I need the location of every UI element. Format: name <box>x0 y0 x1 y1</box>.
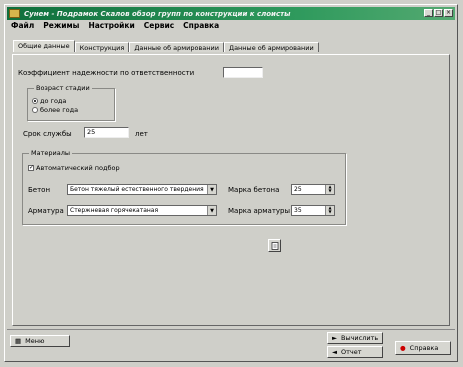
spin-arrows-icon[interactable]: ▲ ▼ <box>325 185 334 194</box>
app-icon <box>9 9 20 18</box>
menu-settings[interactable]: Настройки <box>88 21 134 32</box>
general-tab-panel: Коэффициент надежности по ответственност… <box>12 54 450 326</box>
menu-file[interactable]: Файл <box>11 21 34 32</box>
menu-button[interactable]: ▦ Меню <box>10 335 70 347</box>
tab-reinforcement-1[interactable]: Данные об армировании <box>129 42 224 52</box>
age-option-over-year[interactable]: более года <box>32 106 78 114</box>
materials-group-title: Материалы <box>29 149 72 157</box>
reliability-label: Коэффициент надежности по ответственност… <box>18 69 195 77</box>
report-label: Отчет <box>341 348 362 356</box>
rebar-grade-label: Марка арматуры <box>228 207 291 215</box>
help-label: Справка <box>409 344 439 352</box>
service-life-unit: лет <box>135 130 148 138</box>
close-button[interactable]: × <box>444 9 453 17</box>
age-option-label: до года <box>40 97 67 105</box>
calculate-label: Вычислить <box>341 334 379 342</box>
auto-select-checkbox[interactable]: ✓ Автоматический подбор <box>28 164 120 172</box>
spin-arrows-icon[interactable]: ▲ ▼ <box>325 206 334 215</box>
menu-bar: Файл Режимы Настройки Сервис Справка <box>7 21 219 32</box>
service-life-input[interactable]: 25 <box>84 127 129 138</box>
age-group: Возраст стадии до года более года <box>27 84 115 121</box>
rebar-label: Арматура <box>28 207 64 215</box>
minimize-button[interactable]: _ <box>424 9 433 17</box>
reliability-input[interactable] <box>223 67 263 78</box>
calculate-button[interactable]: ► Вычислить <box>327 332 383 344</box>
tab-general[interactable]: Общие данные <box>13 40 75 52</box>
concrete-grade-value: 25 <box>294 186 302 193</box>
report-button[interactable]: ◄ Отчет <box>327 346 383 358</box>
materials-group: Материалы ✓ Автоматический подбор Бетон … <box>22 149 346 225</box>
menu-button-label: Меню <box>25 337 45 345</box>
rebar-value: Стержневая горячекатаная <box>70 207 159 214</box>
rebar-select[interactable]: Стержневая горячекатаная ▼ <box>67 205 217 216</box>
radio-icon <box>32 107 38 113</box>
help-button[interactable]: ● Справка <box>395 341 451 355</box>
concrete-value: Бетон тяжелый естественного твердения <box>70 186 204 193</box>
report-icon: ◄ <box>332 348 337 356</box>
rebar-grade-value: 35 <box>294 207 302 214</box>
play-icon: ► <box>332 334 337 342</box>
main-window: Сунем - Подрамок Скалов обзор групп по к… <box>4 4 458 362</box>
auto-select-label: Автоматический подбор <box>36 164 120 172</box>
rebar-grade-spinner[interactable]: 35 ▲ ▼ <box>291 205 335 216</box>
title-bar: Сунем - Подрамок Скалов обзор групп по к… <box>7 7 455 20</box>
window-title: Сунем - Подрамок Скалов обзор групп по к… <box>24 9 291 18</box>
concrete-grade-spinner[interactable]: 25 ▲ ▼ <box>291 184 335 195</box>
menu-help[interactable]: Справка <box>183 21 219 32</box>
tab-construction[interactable]: Конструкция <box>74 42 130 52</box>
apply-icon-button[interactable] <box>268 239 281 252</box>
menu-modes[interactable]: Режимы <box>43 21 79 32</box>
grid-icon: ▦ <box>15 337 22 345</box>
window-controls: _ □ × <box>424 9 453 17</box>
radio-icon <box>32 98 38 104</box>
checkmark-icon: ✓ <box>28 164 35 171</box>
concrete-grade-label: Марка бетона <box>228 186 280 194</box>
age-option-under-year[interactable]: до года <box>32 97 66 105</box>
maximize-button[interactable]: □ <box>434 9 443 17</box>
age-group-title: Возраст стадии <box>34 84 92 92</box>
tab-strip: Общие данные Конструкция Данные об армир… <box>13 40 319 52</box>
help-icon: ● <box>400 344 406 352</box>
chevron-down-icon[interactable]: ▼ <box>207 206 216 215</box>
chevron-down-icon[interactable]: ▼ <box>207 185 216 194</box>
concrete-select[interactable]: Бетон тяжелый естественного твердения ▼ <box>67 184 217 195</box>
menu-service[interactable]: Сервис <box>144 21 174 32</box>
bottom-bar: ▦ Меню ► Вычислить ◄ Отчет ● Справка <box>7 329 455 361</box>
tab-reinforcement-2[interactable]: Данные об армировании <box>224 42 319 52</box>
concrete-label: Бетон <box>28 186 51 194</box>
page-icon <box>271 241 278 250</box>
age-option-label: более года <box>40 106 79 114</box>
service-life-label: Срок службы <box>23 130 72 138</box>
